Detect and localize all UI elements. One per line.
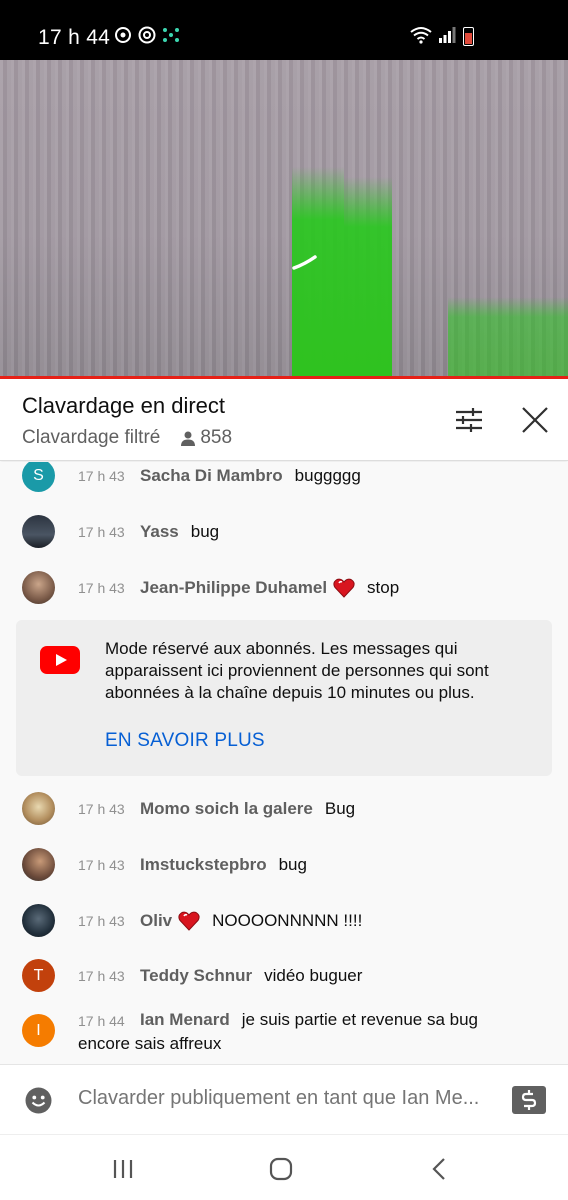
author-name[interactable]: Sacha Di Mambro — [140, 466, 283, 486]
chat-message: 17 h 43 Imstuckstepbro bug — [0, 848, 568, 904]
avatar-letter: T — [33, 966, 44, 984]
chat-message: 17 h 43 Yass bug — [0, 514, 568, 570]
recent-apps-icon[interactable] — [108, 1155, 138, 1183]
emoji-icon[interactable] — [25, 1087, 52, 1114]
avatar[interactable] — [22, 848, 55, 881]
message-time: 17 h 43 — [78, 468, 125, 484]
message-author[interactable]: Sacha Di Mambro buggggg — [140, 466, 361, 486]
super-chat-icon[interactable] — [512, 1086, 546, 1114]
avatar[interactable] — [22, 904, 55, 937]
author-name[interactable]: Oliv — [140, 911, 172, 931]
sync-icon — [115, 27, 131, 43]
subscriber-mode-notice: Mode réservé aux abonnés. Les messages q… — [16, 620, 552, 776]
message-text: je suis partie et revenue sa bug — [241, 1010, 479, 1029]
loading-spinner-icon — [292, 255, 317, 270]
dots-app-icon — [163, 28, 179, 42]
chat-message: 17 h 43 Jean-Philippe Duhamel stop — [0, 570, 568, 626]
avatar[interactable] — [22, 515, 55, 548]
notice-text: Mode réservé aux abonnés. Les messages q… — [105, 639, 489, 702]
author-name[interactable]: Yass — [140, 522, 179, 542]
video-player[interactable] — [0, 60, 568, 377]
chat-message: S 17 h 43 Sacha Di Mambro buggggg — [0, 462, 568, 518]
person-icon — [181, 431, 196, 446]
video-frame-artifact — [292, 167, 344, 377]
message-time: 17 h 43 — [78, 968, 125, 984]
system-navigation-bar — [0, 1134, 568, 1200]
status-system-icons — [410, 26, 456, 44]
message-time: 17 h 43 — [78, 801, 125, 817]
avatar[interactable]: I — [22, 1014, 55, 1047]
message-text: NOOOONNNNN !!!! — [212, 911, 363, 930]
message-text: Bug — [324, 799, 356, 818]
chat-message: 17 h 43 Oliv NOOOONNNNN !!!! — [0, 904, 568, 960]
message-text-continued: encore sais affreux — [78, 1034, 222, 1053]
message-text: buggggg — [294, 466, 361, 485]
youtube-logo-icon — [40, 646, 80, 674]
signal-icon — [439, 27, 456, 43]
message-author[interactable]: Yass bug — [140, 522, 219, 542]
message-time: 17 h 43 — [78, 524, 125, 540]
message-text: vidéo buguer — [264, 966, 363, 985]
author-name[interactable]: Ian Menard — [140, 1010, 230, 1030]
chat-message-list[interactable]: S 17 h 43 Sacha Di Mambro buggggg 17 h 43… — [0, 462, 568, 1064]
author-name[interactable]: Imstuckstepbro — [140, 855, 267, 875]
chat-header: Clavardage en direct Clavardage filtré 8… — [0, 379, 568, 461]
message-author[interactable]: Ian Menard je suis partie et revenue sa b… — [140, 1010, 478, 1030]
avatar[interactable] — [22, 792, 55, 825]
chat-message-input[interactable] — [78, 1087, 500, 1110]
close-icon[interactable] — [518, 403, 552, 437]
chrome-icon — [138, 26, 156, 44]
status-notification-icons — [114, 26, 180, 44]
avatar[interactable]: T — [22, 959, 55, 992]
message-text: bug — [278, 855, 307, 874]
message-text: stop — [367, 578, 400, 597]
status-bar: 17 h 44 — [0, 0, 568, 60]
chat-message: I 17 h 44 Ian Menard je suis partie et re… — [0, 1003, 568, 1064]
message-author[interactable]: Momo soich la galere Bug — [140, 799, 355, 819]
member-badge-heart-icon — [333, 578, 355, 598]
learn-more-link[interactable]: EN SAVOIR PLUS — [105, 730, 265, 752]
video-frame-artifact — [448, 297, 568, 377]
status-time: 17 h 44 — [38, 26, 111, 49]
message-author[interactable]: Imstuckstepbro bug — [140, 855, 307, 875]
filter-settings-icon[interactable] — [452, 403, 486, 437]
message-author[interactable]: Jean-Philippe Duhamel stop — [140, 578, 399, 598]
avatar[interactable]: S — [22, 462, 55, 492]
back-icon[interactable] — [425, 1155, 455, 1183]
avatar-letter: S — [33, 466, 44, 484]
battery-icon — [463, 27, 474, 46]
video-frame-artifact — [344, 177, 392, 377]
chat-title: Clavardage en direct — [22, 393, 226, 418]
chat-message: 17 h 43 Momo soich la galere Bug — [0, 792, 568, 848]
viewer-count-value: 858 — [200, 427, 233, 448]
message-text: bug — [190, 522, 220, 541]
author-name[interactable]: Teddy Schnur — [140, 966, 252, 986]
message-time: 17 h 44 — [78, 1013, 125, 1029]
home-icon[interactable] — [266, 1155, 296, 1183]
message-time: 17 h 43 — [78, 580, 125, 596]
author-name[interactable]: Momo soich la galere — [140, 799, 313, 819]
viewer-count: 858 — [180, 427, 232, 449]
chat-filter-label[interactable]: Clavardage filtré — [22, 427, 160, 449]
message-author[interactable]: Oliv NOOOONNNNN !!!! — [140, 911, 362, 931]
chat-filter-row: Clavardage filtré 858 — [22, 427, 232, 449]
wifi-icon — [410, 27, 432, 44]
avatar-letter: I — [36, 1021, 41, 1039]
avatar[interactable] — [22, 571, 55, 604]
message-author[interactable]: Teddy Schnur vidéo buguer — [140, 966, 362, 986]
member-badge-heart-icon — [178, 911, 200, 931]
chat-input-bar — [0, 1064, 568, 1134]
author-name[interactable]: Jean-Philippe Duhamel — [140, 578, 327, 598]
message-time: 17 h 43 — [78, 913, 125, 929]
message-time: 17 h 43 — [78, 857, 125, 873]
